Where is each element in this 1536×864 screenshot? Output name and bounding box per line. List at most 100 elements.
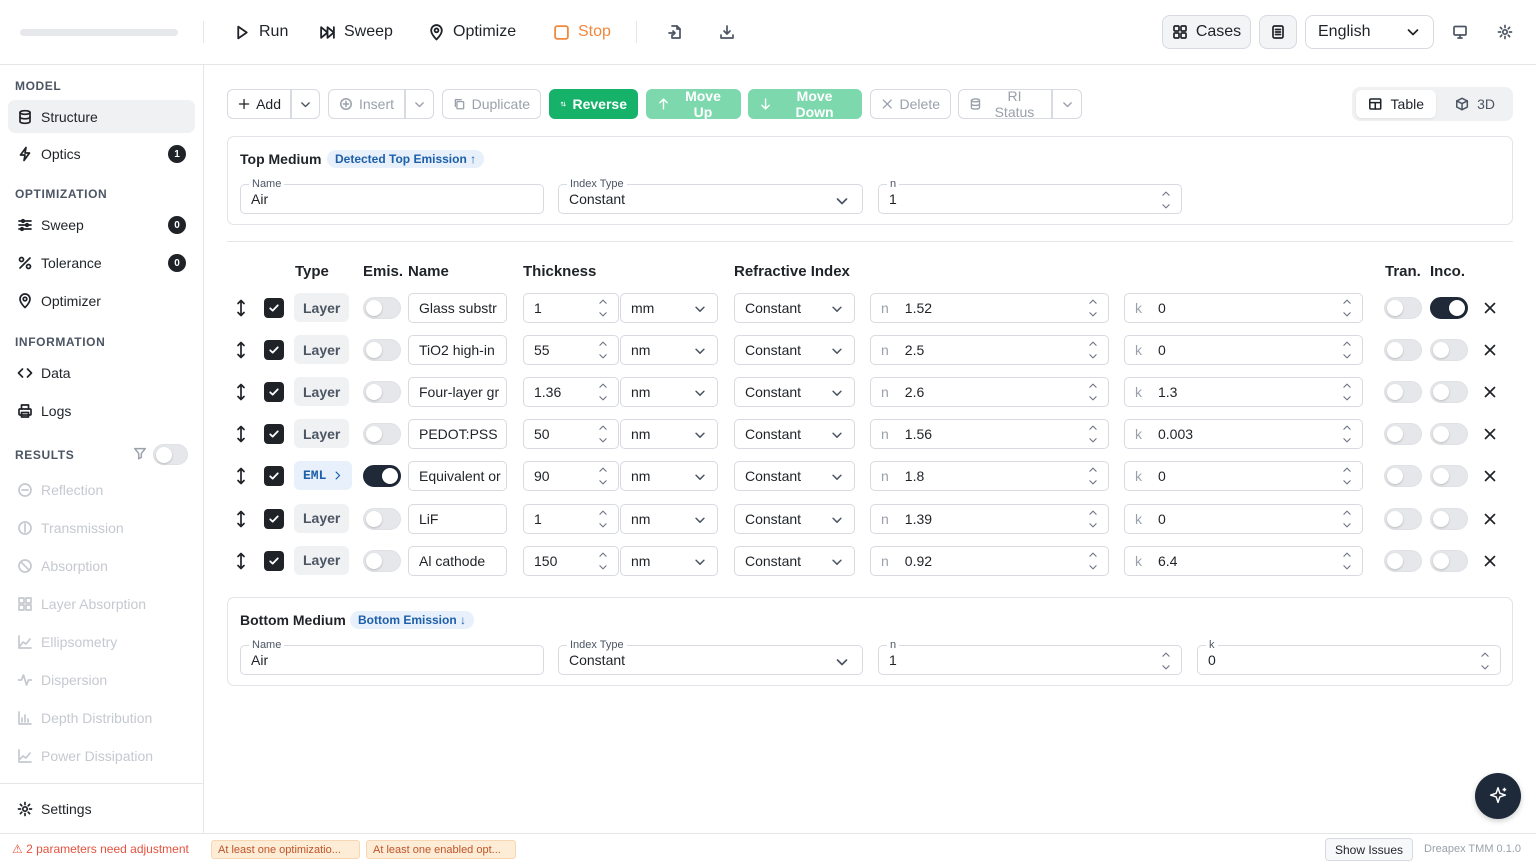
- emission-toggle[interactable]: [363, 423, 401, 446]
- number-stepper[interactable]: [1342, 465, 1352, 487]
- number-stepper[interactable]: [598, 508, 608, 530]
- top-medium-name-field[interactable]: Name Air: [240, 177, 544, 214]
- layer-type-tag[interactable]: EML: [294, 461, 353, 491]
- transparent-toggle[interactable]: [1384, 549, 1422, 572]
- layer-type-tag[interactable]: Layer: [294, 293, 350, 322]
- sidebar-item-depth-distribution[interactable]: Depth Distribution: [8, 701, 195, 734]
- n-input[interactable]: n 1.8: [870, 461, 1109, 492]
- number-stepper[interactable]: [1088, 550, 1098, 572]
- thickness-input[interactable]: 50: [523, 419, 619, 450]
- layer-enabled-checkbox[interactable]: [264, 382, 284, 403]
- layer-name-input[interactable]: Equivalent or: [408, 461, 507, 492]
- number-stepper[interactable]: [598, 423, 608, 445]
- sidebar-item-structure[interactable]: Structure: [8, 100, 195, 133]
- number-stepper[interactable]: [1342, 550, 1352, 572]
- delete-row-icon[interactable]: [1482, 426, 1498, 442]
- drag-handle-icon[interactable]: [233, 552, 249, 570]
- bottom-medium-name-field[interactable]: Name Air: [240, 638, 544, 675]
- bottom-medium-k-field[interactable]: k 0: [1197, 638, 1501, 675]
- transparent-toggle[interactable]: [1384, 381, 1422, 404]
- sidebar-item-absorption[interactable]: Absorption: [8, 549, 195, 582]
- sidebar-item-settings[interactable]: Settings: [8, 792, 195, 825]
- layer-name-input[interactable]: Al cathode: [408, 545, 507, 576]
- drag-handle-icon[interactable]: [233, 341, 249, 359]
- sidebar-item-tolerance[interactable]: Tolerance 0: [8, 246, 195, 279]
- incoherent-toggle[interactable]: [1430, 339, 1468, 362]
- ri-type-select[interactable]: Constant: [734, 503, 855, 534]
- k-input[interactable]: k0: [1124, 503, 1363, 534]
- transparent-toggle[interactable]: [1384, 507, 1422, 530]
- thickness-input[interactable]: 1: [523, 293, 619, 323]
- sidebar-item-power-dissipation[interactable]: Power Dissipation: [8, 739, 195, 772]
- bottom-medium-index-type-select[interactable]: Index Type Constant: [558, 638, 863, 675]
- k-input[interactable]: k0: [1124, 293, 1363, 323]
- stop-button[interactable]: Stop: [553, 18, 611, 46]
- thickness-unit-select[interactable]: nm: [620, 461, 718, 492]
- transparent-toggle[interactable]: [1384, 339, 1422, 362]
- thickness-unit-select[interactable]: nm: [620, 419, 718, 450]
- number-stepper[interactable]: [1088, 339, 1098, 361]
- download-button[interactable]: [715, 20, 739, 44]
- sidebar-item-optimizer[interactable]: Optimizer: [8, 284, 195, 317]
- incoherent-toggle[interactable]: [1430, 465, 1468, 488]
- ri-status-button[interactable]: RI Status: [958, 88, 1052, 120]
- cases-button[interactable]: Cases: [1162, 15, 1251, 49]
- thickness-input[interactable]: 90: [523, 461, 619, 492]
- ri-status-dropdown-button[interactable]: [1052, 89, 1082, 119]
- drag-handle-icon[interactable]: [233, 383, 249, 401]
- delete-row-icon[interactable]: [1482, 511, 1498, 527]
- notes-button[interactable]: [1259, 15, 1297, 49]
- n-input[interactable]: n 1.39: [870, 503, 1109, 534]
- thickness-input[interactable]: 55: [523, 335, 619, 366]
- number-stepper[interactable]: [1342, 339, 1352, 361]
- number-stepper[interactable]: [598, 550, 608, 572]
- filter-icon[interactable]: [133, 446, 147, 460]
- move-up-button[interactable]: Move Up: [646, 88, 741, 120]
- top-medium-index-type-select[interactable]: Index Type Constant: [558, 177, 863, 214]
- thickness-unit-select[interactable]: nm: [620, 335, 718, 366]
- n-input[interactable]: n 2.6: [870, 377, 1109, 408]
- move-down-button[interactable]: Move Down: [748, 88, 862, 120]
- drag-handle-icon[interactable]: [233, 510, 249, 528]
- warning-chip[interactable]: At least one enabled opt...: [366, 840, 516, 859]
- ri-type-select[interactable]: Constant: [734, 377, 855, 408]
- n-input[interactable]: n 0.92: [870, 545, 1109, 576]
- layer-type-tag[interactable]: Layer: [294, 419, 350, 449]
- sidebar-item-reflection[interactable]: Reflection: [8, 473, 195, 506]
- number-stepper[interactable]: [1480, 650, 1490, 672]
- thickness-unit-select[interactable]: nm: [620, 377, 718, 408]
- ri-type-select[interactable]: Constant: [734, 419, 855, 450]
- emission-toggle[interactable]: [363, 465, 401, 488]
- sidebar-item-layer-absorption[interactable]: Layer Absorption: [8, 587, 195, 620]
- layer-enabled-checkbox[interactable]: [264, 424, 284, 445]
- transparent-toggle[interactable]: [1384, 423, 1422, 446]
- thickness-unit-select[interactable]: mm: [620, 293, 718, 323]
- settings-gear-button[interactable]: [1493, 20, 1517, 44]
- transparent-toggle[interactable]: [1384, 465, 1422, 488]
- monitor-button[interactable]: [1448, 20, 1472, 44]
- k-input[interactable]: k 6.4: [1124, 545, 1363, 576]
- emission-toggle[interactable]: [363, 507, 401, 530]
- delete-row-icon[interactable]: [1482, 468, 1498, 484]
- optimize-button[interactable]: Optimize: [428, 18, 516, 46]
- delete-row-icon[interactable]: [1482, 300, 1498, 316]
- sidebar-item-data[interactable]: Data: [8, 356, 195, 389]
- layer-enabled-checkbox[interactable]: [264, 298, 284, 318]
- ri-type-select[interactable]: Constant: [734, 461, 855, 492]
- sidebar-item-logs[interactable]: Logs: [8, 394, 195, 427]
- layer-type-tag[interactable]: Layer: [294, 503, 350, 533]
- layer-name-input[interactable]: PEDOT:PSS: [408, 419, 507, 450]
- number-stepper[interactable]: [598, 297, 608, 319]
- sidebar-item-transmission[interactable]: Transmission: [8, 511, 195, 544]
- layer-enabled-checkbox[interactable]: [264, 340, 284, 361]
- n-input[interactable]: n 2.5: [870, 335, 1109, 366]
- view-3d-button[interactable]: 3D: [1443, 90, 1507, 118]
- k-input[interactable]: k0: [1124, 335, 1363, 366]
- layer-name-input[interactable]: Four-layer gr: [408, 377, 507, 408]
- incoherent-toggle[interactable]: [1430, 381, 1468, 404]
- layer-name-input[interactable]: Glass substr: [408, 293, 507, 323]
- add-button[interactable]: Add: [227, 89, 292, 119]
- ai-assistant-button[interactable]: [1475, 773, 1521, 819]
- drag-handle-icon[interactable]: [233, 425, 249, 443]
- number-stepper[interactable]: [598, 339, 608, 361]
